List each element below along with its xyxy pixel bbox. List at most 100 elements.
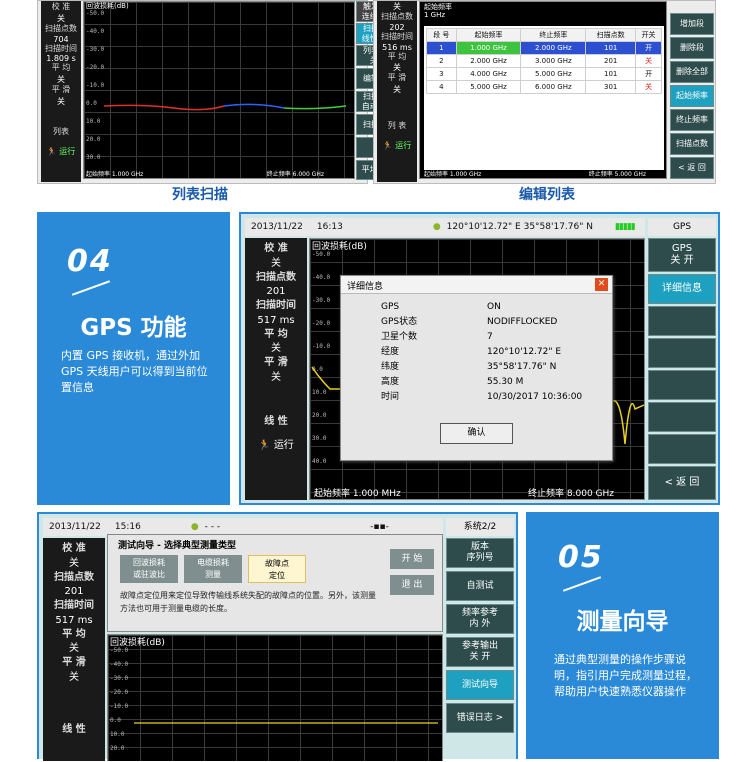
empty-button[interactable]	[648, 434, 716, 464]
cell[interactable]: 5.000 GHz	[455, 80, 522, 94]
sweep-time-value[interactable]: 517 ms	[245, 313, 307, 328]
back-button[interactable]: < 返 回	[670, 157, 714, 179]
start-freq: 起始频率 1.000 MHz	[314, 489, 401, 499]
points-value[interactable]: 704	[41, 35, 81, 44]
sweep-time-label: 扫描时间	[54, 600, 94, 611]
number-underline	[562, 576, 602, 592]
btn-label: 扫描点数	[676, 139, 708, 149]
start-button[interactable]: 开 始	[390, 549, 434, 569]
average-label: 平 均	[264, 328, 288, 340]
gps-value: ON	[487, 302, 501, 312]
average-value[interactable]: 关	[245, 341, 307, 356]
run-indicator[interactable]: 🏃 运行	[41, 146, 81, 157]
close-icon[interactable]: ✕	[595, 278, 608, 291]
stop-freq: 终止频率 8.000 GHz	[528, 489, 614, 499]
stop-freq-button[interactable]: 终止频率	[670, 109, 714, 131]
calib-value[interactable]: 关	[245, 256, 307, 271]
test-wizard-button[interactable]: 测试向导	[446, 670, 514, 700]
smooth-label: 平 滑	[51, 85, 71, 95]
points-value[interactable]: 202	[377, 23, 417, 32]
scan-points-button[interactable]: 扫描点数	[670, 133, 714, 155]
run-indicator[interactable]: 🏃 运行	[245, 438, 307, 453]
signal-bars-icon: ▮▮▮▮▮	[614, 222, 636, 232]
header-freq: 起始频率 1 GHz	[424, 3, 452, 20]
average-label: 平 均	[51, 63, 71, 73]
delete-all-button[interactable]: 删除全部	[670, 61, 714, 83]
header-value[interactable]: 1 GHz	[424, 11, 452, 20]
sweep-time-value[interactable]: 517 ms	[43, 613, 105, 628]
cell[interactable]: 关	[635, 54, 662, 68]
version-serial-button[interactable]: 版本 序列号	[446, 538, 514, 568]
freq-ref-button[interactable]: 频率参考 内 外	[446, 604, 514, 634]
back-button[interactable]: < 返 回	[648, 466, 716, 500]
btn-sub: 关 开	[670, 255, 694, 266]
option-return-loss[interactable]: 回波损耗 或驻波比	[120, 555, 178, 583]
gps-instrument: 2013/11/22 16:13 ● 120°10'12.72" E 35°58…	[239, 212, 720, 505]
cell[interactable]: 5.000 GHz	[520, 67, 587, 81]
smooth-value[interactable]: 关	[377, 84, 417, 95]
calib-value[interactable]: 关	[41, 13, 81, 24]
cell[interactable]: 3.000 GHz	[520, 54, 587, 68]
btn-label: 增加段	[680, 19, 704, 29]
option-cable-loss[interactable]: 电缆损耗 测量	[184, 555, 242, 583]
cell[interactable]: 6.000 GHz	[520, 80, 587, 94]
feature-desc: 内置 GPS 接收机，通过外加 GPS 天线用户可以得到当前位置信息	[61, 349, 208, 394]
gps-leaf-icon: ●	[432, 222, 441, 232]
detail-info-button[interactable]: 详细信息	[648, 274, 716, 304]
longitude-label: 经度	[381, 347, 400, 357]
cell[interactable]: 4.000 GHz	[455, 67, 522, 81]
cell[interactable]: 301	[585, 80, 637, 94]
empty-button[interactable]	[648, 338, 716, 368]
cell[interactable]: 2.000 GHz	[455, 54, 522, 68]
cell[interactable]: 关	[635, 80, 662, 94]
empty-button[interactable]	[648, 306, 716, 336]
caption-list-scan: 列表扫描	[172, 187, 228, 203]
points-value[interactable]: 201	[245, 284, 307, 299]
error-log-button[interactable]: 错误日志 >	[446, 703, 514, 733]
dialog-titlebar: 详细信息 ✕	[341, 276, 612, 294]
points-value[interactable]: 201	[43, 584, 105, 599]
start-freq-button[interactable]: 起始频率	[670, 85, 714, 107]
sweep-time-value[interactable]: 516 ms	[377, 43, 417, 52]
cell[interactable]: 101	[585, 67, 637, 81]
gps-toggle-button[interactable]: GPS 关 开	[648, 238, 716, 272]
confirm-button[interactable]: 确认	[440, 423, 513, 444]
table-row[interactable]: 2 2.000 GHz 3.000 GHz 201 关	[426, 54, 662, 68]
delete-segment-button[interactable]: 删除段	[670, 37, 714, 59]
exit-button[interactable]: 退 出	[390, 575, 434, 595]
cell[interactable]: 201	[585, 54, 637, 68]
menu-title: 系统2/2	[446, 518, 514, 536]
cell[interactable]: 1.000 GHz	[455, 41, 522, 55]
btn-label: 删除段	[680, 43, 704, 53]
table-row[interactable]: 1 1.000 GHz 2.000 GHz 101 开	[426, 41, 662, 55]
latitude-label: 纬度	[381, 362, 400, 372]
battery-plug-icon: -▪▪-	[370, 522, 389, 532]
table-row[interactable]: 3 4.000 GHz 5.000 GHz 101 开	[426, 67, 662, 81]
self-test-button[interactable]: 自测试	[446, 571, 514, 601]
average-value[interactable]: 关	[41, 74, 81, 85]
smooth-value[interactable]: 关	[43, 670, 105, 685]
smooth-value[interactable]: 关	[41, 96, 81, 107]
average-value[interactable]: 关	[43, 641, 105, 656]
empty-button[interactable]	[648, 402, 716, 432]
smooth-value[interactable]: 关	[245, 370, 307, 385]
calib-value[interactable]: 关	[43, 556, 105, 571]
run-indicator[interactable]: 🏃 运行	[377, 140, 417, 151]
altitude-value: 55.30 M	[487, 377, 524, 387]
cell[interactable]: 101	[585, 41, 637, 55]
cell[interactable]: 开	[635, 41, 662, 55]
sweep-time-label: 扫描时间	[381, 31, 413, 41]
average-label: 平 均	[62, 628, 86, 640]
table-row[interactable]: 4 5.000 GHz 6.000 GHz 301 关	[426, 80, 662, 94]
ref-output-button[interactable]: 参考输出 关 开	[446, 637, 514, 667]
time-label: 时间	[381, 392, 400, 402]
average-value[interactable]: 关	[377, 62, 417, 73]
top-left-instrument: 校 准 关 扫描点数 704 扫描时间 1.809 s 平 均 关 平 滑 关 …	[37, 0, 402, 184]
empty-button[interactable]	[648, 370, 716, 400]
option-fault-location[interactable]: 故障点 定位	[248, 555, 306, 583]
cell[interactable]: 2.000 GHz	[520, 41, 587, 55]
calib-value[interactable]: 关	[377, 1, 417, 12]
stop-freq: 终止频率 6.000 GHz	[266, 171, 324, 178]
cell[interactable]: 开	[635, 67, 662, 81]
add-segment-button[interactable]: 增加段	[670, 13, 714, 35]
